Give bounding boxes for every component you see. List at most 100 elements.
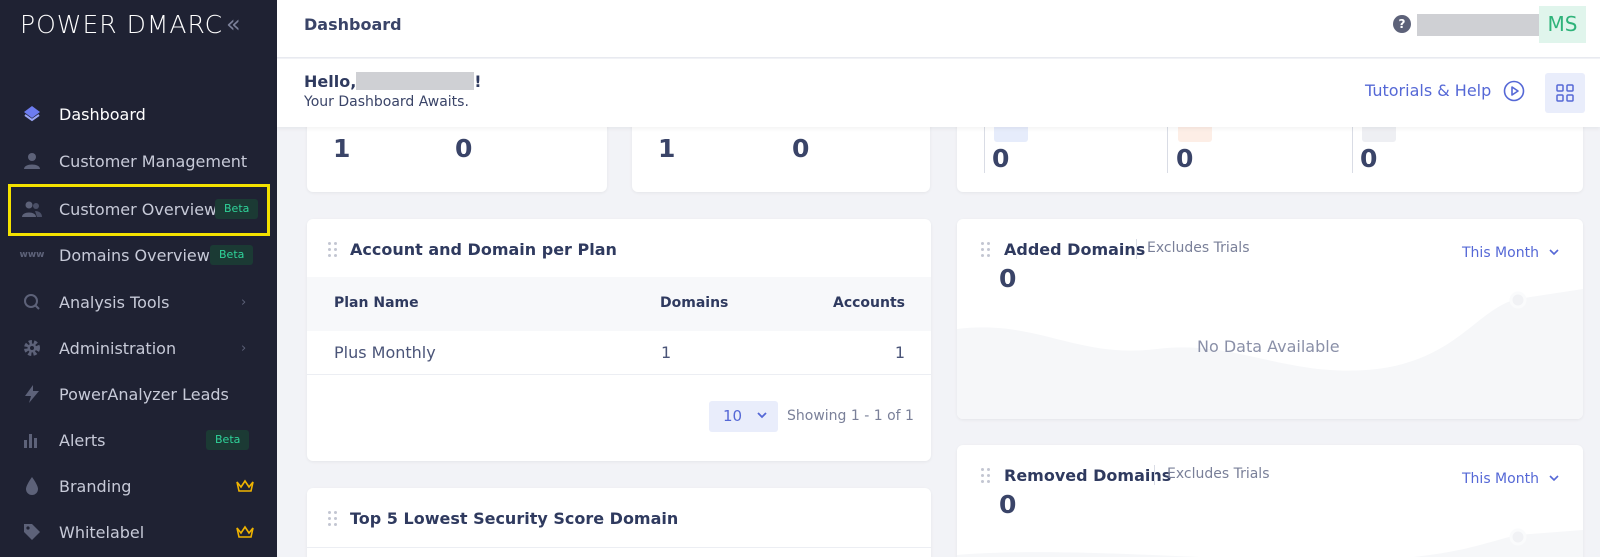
sidebar-item-label: Whitelabel: [59, 522, 145, 542]
powerdmarc-logo[interactable]: POWER DMARC: [20, 10, 223, 39]
page-size-value: 10: [723, 407, 743, 425]
greeting-hello: Hello,: [304, 72, 357, 91]
crown-icon: [236, 525, 254, 538]
divider: [1136, 239, 1137, 259]
period-label: This Month: [1462, 471, 1539, 487]
sidebar-item-label: Analysis Tools: [59, 292, 170, 312]
column-header-plan-name[interactable]: Plan Name: [334, 295, 419, 311]
greeting-subtitle: Your Dashboard Awaits.: [304, 94, 469, 110]
excludes-trials-note: Excludes Trials: [1147, 240, 1250, 256]
column-header-domains[interactable]: Domains: [660, 295, 728, 311]
no-data-message: No Data Available: [1197, 337, 1340, 356]
table-row: Plus Monthly 1 1: [307, 331, 931, 375]
column-header-accounts[interactable]: Accounts: [833, 295, 905, 311]
sidebar-item-customer-management[interactable]: Customer Management: [0, 138, 277, 184]
sidebar-item-analysis-tools[interactable]: Analysis Tools ›: [0, 279, 277, 325]
help-icon[interactable]: ?: [1393, 15, 1411, 33]
drop-icon: [21, 475, 43, 497]
grid-icon: [1556, 84, 1574, 102]
period-dropdown[interactable]: This Month: [1462, 245, 1559, 261]
beta-badge: Beta: [206, 430, 250, 450]
summary-value: 0: [1360, 144, 1378, 173]
drag-handle-icon[interactable]: [328, 511, 340, 527]
beta-badge: Beta: [215, 199, 259, 219]
removed-domains-count: 0: [999, 490, 1017, 519]
cell-accounts: 1: [894, 343, 905, 362]
sidebar-item-dashboard[interactable]: Dashboard: [0, 91, 277, 137]
sidebar-item-customer-overview[interactable]: Customer Overview Beta: [0, 186, 277, 232]
chevron-down-icon: [1549, 475, 1559, 482]
bar-chart-icon: [21, 429, 43, 451]
sidebar-item-label: PowerAnalyzer Leads: [59, 384, 229, 404]
sidebar-item-label: Dashboard: [59, 104, 146, 124]
sidebar-item-label: Administration: [59, 338, 177, 358]
sidebar-item-label: Branding: [59, 476, 132, 496]
divider: [1352, 127, 1353, 173]
removed-domains-card: Removed Domains Excludes Trials This Mon…: [957, 445, 1583, 557]
chevron-down-icon: [757, 412, 767, 419]
faded-chart-background: [957, 528, 1583, 557]
layout-grid-button[interactable]: [1545, 73, 1585, 113]
summary-value: 0: [992, 144, 1010, 173]
status-chip: [1178, 127, 1212, 142]
chevron-right-icon: ›: [241, 340, 247, 356]
cell-plan-name: Plus Monthly: [334, 343, 436, 362]
user-icon: [21, 150, 43, 172]
summary-value: 1: [658, 134, 676, 163]
excludes-trials-note: Excludes Trials: [1167, 466, 1270, 482]
chevron-right-icon: ›: [241, 294, 247, 310]
added-domains-card: Added Domains Excludes Trials This Month…: [957, 219, 1583, 419]
sidebar-item-label: Alerts: [59, 430, 106, 450]
sidebar-item-administration[interactable]: Administration ›: [0, 325, 277, 371]
greeting-bar: Hello,! Your Dashboard Awaits. Tutorials…: [277, 59, 1600, 127]
status-chip: [994, 127, 1028, 142]
period-dropdown[interactable]: This Month: [1462, 471, 1559, 487]
drag-handle-icon[interactable]: [981, 468, 993, 484]
pagination-status: Showing 1 - 1 of 1: [787, 408, 914, 424]
divider: [1167, 127, 1168, 173]
chevron-down-icon: [1549, 249, 1559, 256]
layers-icon: [21, 103, 43, 125]
divider: [1154, 465, 1155, 485]
top-bar: Dashboard ? MS: [277, 0, 1600, 58]
plan-table-card: Account and Domain per Plan Plan Name Do…: [307, 219, 931, 461]
sidebar-item-alerts[interactable]: Alerts Beta: [0, 417, 277, 463]
search-icon: [21, 291, 43, 313]
tag-icon: [21, 521, 43, 543]
crown-icon: [236, 479, 254, 492]
summary-value: 0: [455, 134, 473, 163]
sidebar-item-branding[interactable]: Branding: [0, 463, 277, 509]
card-title: Account and Domain per Plan: [350, 240, 617, 259]
sidebar-item-poweranalyzer-leads[interactable]: PowerAnalyzer Leads: [0, 371, 277, 417]
redacted-name: [356, 72, 475, 90]
tutorials-help-link[interactable]: Tutorials & Help: [1365, 81, 1491, 100]
sidebar-item-domains-overview[interactable]: www Domains Overview Beta: [0, 232, 277, 278]
period-label: This Month: [1462, 245, 1539, 261]
divider: [984, 127, 985, 173]
play-circle-icon[interactable]: [1503, 80, 1525, 102]
drag-handle-icon[interactable]: [981, 242, 993, 258]
sidebar-item-whitelabel[interactable]: Whitelabel: [0, 509, 277, 555]
card-title: Top 5 Lowest Security Score Domain: [350, 509, 679, 528]
added-domains-count: 0: [999, 264, 1017, 293]
card-title: Added Domains: [1004, 240, 1146, 259]
status-chip: [1362, 127, 1396, 142]
sidebar-item-label: Customer Overview: [59, 199, 218, 219]
www-icon: www: [19, 250, 45, 260]
summary-value: 0: [1176, 144, 1194, 173]
users-icon: [21, 198, 43, 220]
card-title: Removed Domains: [1004, 466, 1172, 485]
table-header: Plan Name Domains Accounts: [307, 277, 931, 331]
divider: [307, 547, 931, 548]
cell-domains: 1: [661, 343, 672, 362]
page-size-select[interactable]: 10: [709, 401, 778, 432]
sidebar-item-label: Domains Overview: [59, 245, 210, 265]
gear-icon: [21, 337, 43, 359]
bolt-icon: [21, 383, 43, 405]
sidebar: POWER DMARC « Dashboard Customer Managem…: [0, 0, 277, 557]
drag-handle-icon[interactable]: [328, 242, 340, 258]
avatar[interactable]: MS: [1539, 6, 1586, 43]
page-title: Dashboard: [304, 15, 402, 34]
beta-badge: Beta: [210, 245, 254, 265]
collapse-sidebar-icon[interactable]: «: [226, 10, 241, 38]
